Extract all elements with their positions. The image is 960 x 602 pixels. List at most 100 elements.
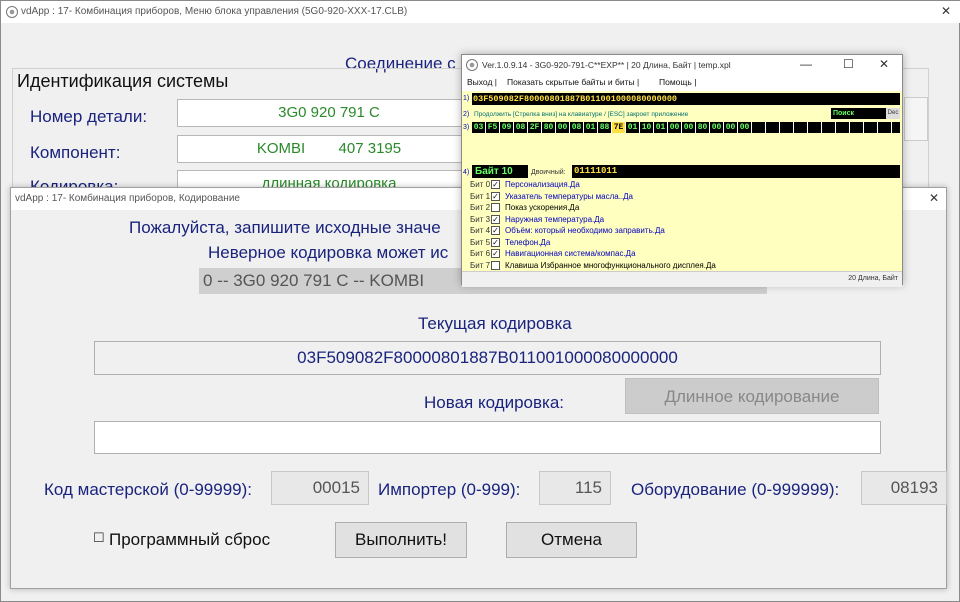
soft-reset-checkbox[interactable]: ☐ (93, 530, 105, 546)
row1-number: 1) (463, 95, 470, 102)
byte-cell[interactable]: 7E (612, 122, 626, 133)
menu-exit[interactable]: Выход | (467, 77, 497, 87)
byte-cell[interactable]: 00 (710, 122, 724, 133)
minimize-icon[interactable]: — (800, 57, 812, 71)
bit-row: Бит 1 ✓ Указатель температуры масла..Да (470, 191, 900, 203)
byte-grid: 03 F5 09 08 2F 80 00 08 01 88 7E 01 10 01 00 00 80 00 00 00 (472, 122, 900, 133)
main-title-bar: vdApp : 17- Комбинация приборов, Меню бл… (1, 1, 960, 23)
byte-cell-empty (766, 122, 780, 133)
equipment-label: Оборудование (0-999999): (631, 480, 840, 499)
byte-cell[interactable]: 88 (598, 122, 612, 133)
bit-label: Бит 0 (470, 180, 491, 189)
execute-button[interactable]: Выполнить! (335, 522, 467, 558)
bit-checkbox[interactable] (491, 203, 500, 212)
tool-close-icon[interactable]: ✕ (879, 57, 889, 71)
bit-checkbox[interactable]: ✓ (491, 249, 500, 258)
bit-row: Бит 5 ✓ Телефон.Да (470, 237, 900, 249)
byte-cell-empty (780, 122, 794, 133)
bit-row: Бит 4 ✓ Объём: который необходимо заправит… (470, 226, 900, 237)
importer-field[interactable]: 115 (539, 471, 611, 505)
byte-cell[interactable]: 00 (738, 122, 752, 133)
bit-label: Бит 5 (470, 237, 491, 247)
status-text: 20 Длина, Байт (848, 275, 898, 282)
binary-label: Двоичный: (531, 169, 566, 176)
coding-dialog-title: vdApp : 17- Комбинация приборов, Кодиров… (15, 193, 240, 204)
tool-title-bar: Ver.1.0.9.14 - 3G0-920-791-C**EXP** | 20… (462, 55, 902, 75)
byte-cell[interactable]: 03 (472, 122, 486, 133)
byte-cell-empty (850, 122, 864, 133)
new-coding-input[interactable] (94, 421, 881, 454)
bit-row: Бит 0 ✓ Персонализация.Да (470, 180, 900, 191)
bit-checkbox[interactable]: ✓ (491, 191, 500, 201)
app-icon (6, 6, 18, 18)
byte-cell[interactable]: 09 (500, 122, 514, 133)
bit-checkbox[interactable]: ✓ (491, 237, 500, 247)
current-coding-label: Текущая кодировка (418, 314, 572, 333)
byte-cell[interactable]: 08 (514, 122, 528, 133)
bit-description: Навигационная система/компас.Да (505, 249, 636, 258)
byte-cell[interactable]: 10 (640, 122, 654, 133)
maximize-icon[interactable]: ☐ (843, 57, 854, 71)
byte-cell[interactable]: 00 (682, 122, 696, 133)
bit-checkbox[interactable]: ✓ (491, 214, 500, 224)
bit-label: Бит 7 (470, 260, 491, 270)
bit-row: Бит 7 Клавиша Избранное многофункциональн… (470, 260, 900, 272)
dec-toggle[interactable]: Dec (886, 108, 900, 119)
main-close-icon[interactable]: ✕ (941, 4, 951, 18)
tool-title: Ver.1.0.9.14 - 3G0-920-791-C**EXP** | 20… (482, 60, 731, 70)
byte-cell-empty (752, 122, 766, 133)
bit-checkbox[interactable] (491, 260, 500, 270)
importer-label: Импортер (0-999): (378, 480, 521, 499)
tool-status-bar: 20 Длина, Байт (462, 271, 902, 287)
coding-string-field[interactable]: 03F509082F80000801887B011001000080000000 (472, 93, 900, 105)
row2-number: 2) (463, 111, 470, 118)
part-number-label: Номер детали: (30, 107, 148, 126)
bit-description: Показ ускорения.Да (505, 203, 580, 212)
workshop-code-label: Код мастерской (0-99999): (44, 480, 253, 499)
bit-description: Клавиша Избранное многофункционального д… (505, 260, 716, 270)
bit-description: Указатель температуры масла..Да (505, 191, 634, 201)
notice-line-2: Неверное кодировка может ис (208, 243, 449, 262)
bit-label: Бит 6 (470, 249, 491, 258)
module-select-value: 0 -- 3G0 920 791 C -- KOMBI (203, 271, 425, 290)
side-panel (904, 97, 928, 141)
equipment-field[interactable]: 08193 (861, 471, 947, 505)
part-number-field: 3G0 920 791 C (177, 99, 481, 127)
bit-description: Персонализация.Да (505, 180, 580, 189)
coding-tool-window: Ver.1.0.9.14 - 3G0-920-791-C**EXP** | 20… (461, 54, 903, 287)
byte-cell[interactable]: 08 (570, 122, 584, 133)
byte-cell[interactable]: 01 (654, 122, 668, 133)
byte-cell-empty (864, 122, 878, 133)
byte-cell[interactable]: 80 (696, 122, 710, 133)
tool-content: 1) 03F509082F80000801887B011001000080000… (462, 91, 902, 287)
byte-cell-empty (822, 122, 836, 133)
byte-cell[interactable]: 2F (528, 122, 542, 133)
bit-list: Бит 0 ✓ Персонализация.Да Бит 1 ✓ Указатель т… (462, 180, 902, 270)
byte-cell[interactable]: 00 (668, 122, 682, 133)
current-coding-field: 03F509082F80000801887B011001000080000000 (94, 341, 881, 375)
long-coding-button[interactable]: Длинное кодирование (625, 378, 879, 414)
binary-value-field[interactable]: 01111011 (572, 165, 900, 178)
byte-cell[interactable]: 00 (556, 122, 570, 133)
cancel-button[interactable]: Отмена (506, 522, 637, 558)
bit-checkbox[interactable]: ✓ (491, 180, 500, 189)
identification-header: Идентификация системы (17, 71, 233, 92)
bit-label: Бит 1 (470, 191, 491, 201)
workshop-code-field[interactable]: 00015 (271, 471, 369, 505)
main-window-title: vdApp : 17- Комбинация приборов, Меню бл… (21, 6, 408, 17)
tool-app-icon (466, 59, 478, 71)
byte-index-label: Байт 10 (472, 165, 528, 178)
menu-show-hidden[interactable]: Показать скрытые байты и биты | (507, 77, 639, 87)
component-label: Компонент: (30, 143, 121, 162)
byte-cell[interactable]: 01 (626, 122, 640, 133)
byte-cell-empty (836, 122, 850, 133)
byte-cell[interactable]: F5 (486, 122, 500, 133)
search-button[interactable]: Поиск (831, 108, 886, 119)
byte-cell[interactable]: 00 (724, 122, 738, 133)
byte-cell[interactable]: 01 (584, 122, 598, 133)
bit-checkbox[interactable]: ✓ (491, 226, 500, 235)
coding-close-icon[interactable]: ✕ (929, 191, 939, 205)
byte-cell[interactable]: 80 (542, 122, 556, 133)
bit-label: Бит 2 (470, 203, 491, 212)
menu-help[interactable]: Помощь | (659, 77, 696, 87)
